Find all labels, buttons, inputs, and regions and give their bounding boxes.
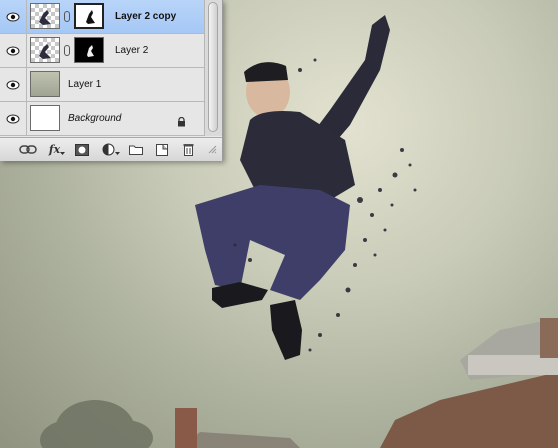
layer-row-layer-2-copy[interactable]: Layer 2 copy bbox=[0, 0, 204, 34]
layer-thumbnail[interactable] bbox=[30, 105, 60, 131]
fx-icon[interactable]: fx bbox=[46, 142, 68, 157]
new-layer-icon[interactable] bbox=[154, 142, 170, 157]
layer-mask-thumbnail[interactable] bbox=[74, 3, 104, 29]
layer-name[interactable]: Layer 2 copy bbox=[115, 11, 176, 22]
layer-row-layer-2[interactable]: Layer 2 bbox=[0, 34, 204, 68]
layer-name[interactable]: Layer 1 bbox=[68, 79, 101, 90]
layer-row-background[interactable]: Background bbox=[0, 102, 204, 136]
tree-silhouette bbox=[40, 400, 153, 448]
house-roofs bbox=[175, 318, 558, 448]
layers-toolbar: fx bbox=[0, 137, 222, 161]
visibility-eye-icon[interactable] bbox=[0, 102, 27, 135]
layer-thumbnail[interactable] bbox=[30, 3, 60, 29]
lock-icon bbox=[177, 114, 186, 132]
layers-panel: Layer 2 copy Layer 2 Layer 1 Background bbox=[0, 0, 223, 161]
adjustment-layer-icon[interactable] bbox=[100, 142, 122, 157]
layer-thumbnail[interactable] bbox=[30, 37, 60, 63]
layer-row-layer-1[interactable]: Layer 1 bbox=[0, 68, 204, 102]
resize-grip-icon[interactable] bbox=[206, 142, 218, 157]
visibility-eye-icon[interactable] bbox=[0, 34, 27, 67]
visibility-eye-icon[interactable] bbox=[0, 68, 27, 101]
add-mask-icon[interactable] bbox=[74, 142, 90, 157]
link-layers-icon[interactable] bbox=[18, 142, 38, 157]
layer-mask-thumbnail[interactable] bbox=[74, 37, 104, 63]
layer-thumbnail[interactable] bbox=[30, 71, 60, 97]
chain-link-icon[interactable] bbox=[64, 11, 70, 22]
new-group-icon[interactable] bbox=[128, 142, 144, 157]
visibility-eye-icon[interactable] bbox=[0, 0, 27, 33]
layers-scrollbar[interactable] bbox=[204, 0, 222, 136]
jumping-man bbox=[195, 15, 417, 360]
chain-link-icon[interactable] bbox=[64, 45, 70, 56]
scrollbar-thumb[interactable] bbox=[208, 2, 218, 132]
fx-label: fx bbox=[48, 143, 61, 156]
layer-name[interactable]: Background bbox=[68, 113, 121, 124]
layer-name[interactable]: Layer 2 bbox=[115, 45, 148, 56]
trash-icon[interactable] bbox=[180, 142, 196, 157]
